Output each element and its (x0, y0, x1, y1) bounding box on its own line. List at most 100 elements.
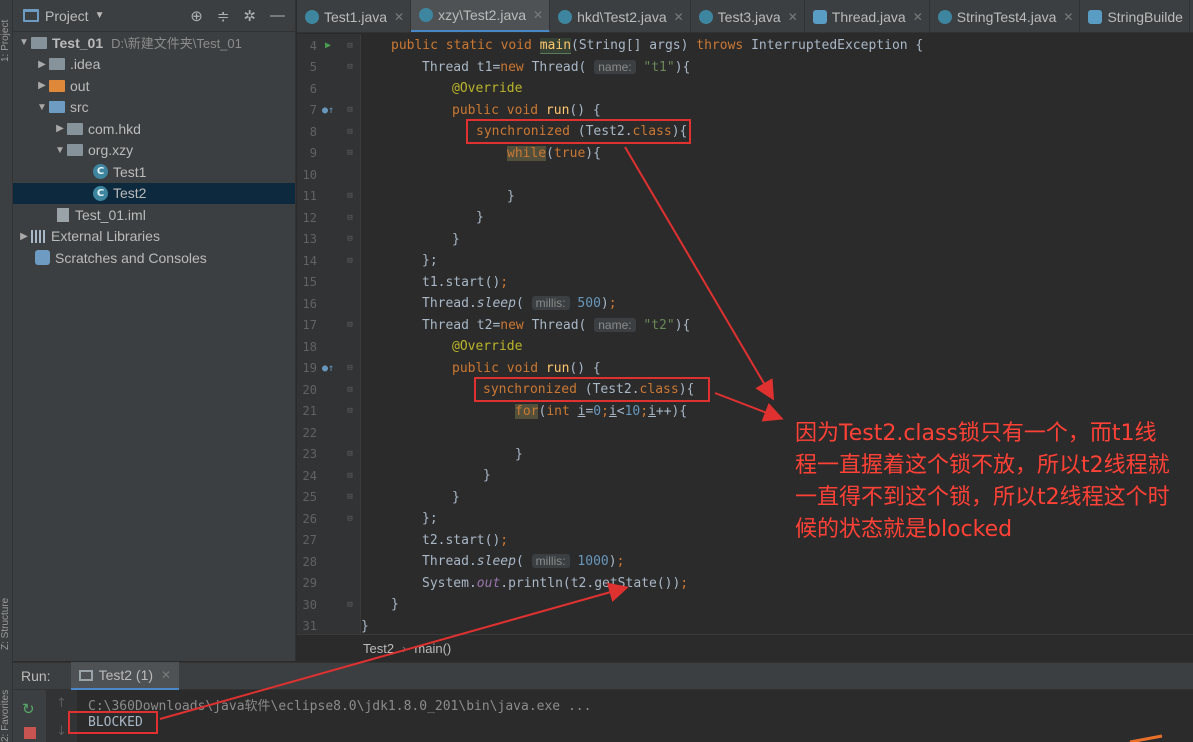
expand-arrow-icon[interactable]: ▶ (17, 231, 31, 242)
stop-icon[interactable] (24, 727, 36, 739)
tree-item-com-hkd[interactable]: ▶ com.hkd (13, 118, 295, 140)
close-icon[interactable]: ✕ (1063, 10, 1073, 24)
param-hint: name: (594, 317, 636, 332)
close-icon[interactable]: ✕ (788, 10, 798, 24)
code-line: 8 ⊟ synchronized (Test2.class){ (297, 121, 1193, 143)
run-console[interactable]: ↻ ↑ ↓ C:\360Downloads\java软件\eclipse8.0\… (13, 690, 1193, 742)
fold-icon[interactable]: ⊟ (339, 363, 361, 373)
close-icon[interactable]: ✕ (394, 10, 404, 24)
override-icon[interactable]: ●↑ (317, 105, 339, 116)
expand-arrow-icon[interactable]: ▶ (53, 123, 67, 134)
tab-xzy-test2-java[interactable]: xzy\Test2.java ✕ (411, 0, 551, 32)
breadcrumb-method[interactable]: main() (414, 641, 451, 656)
tab-stringbuilder[interactable]: StringBuilde (1080, 0, 1190, 32)
rerun-icon[interactable]: ↻ (22, 700, 35, 718)
line-number: 25 (302, 490, 317, 505)
code-line: 11 ⊟ } (297, 186, 1193, 208)
close-icon[interactable]: ✕ (674, 10, 684, 24)
fold-icon[interactable]: ⊟ (339, 320, 361, 330)
fold-icon[interactable]: ⊟ (339, 256, 361, 266)
fold-icon[interactable]: ⊟ (339, 449, 361, 459)
fold-icon[interactable]: ⊟ (339, 471, 361, 481)
fold-icon[interactable]: ⊟ (339, 492, 361, 502)
close-icon[interactable]: ✕ (913, 10, 923, 24)
run-tab-test2[interactable]: Test2 (1) ✕ (70, 662, 180, 690)
tree-item-test1[interactable]: C Test1 (13, 161, 295, 183)
override-icon[interactable]: ●↑ (317, 363, 339, 374)
class-icon (305, 9, 319, 24)
tree-item-path: D:\新建文件夹\Test_01 (111, 36, 242, 52)
close-icon[interactable]: ✕ (533, 8, 543, 22)
tab-label: Thread.java (831, 8, 906, 25)
expand-arrow-icon[interactable]: ▼ (35, 102, 49, 113)
project-tree: ▼ Test_01 D:\新建文件夹\Test_01 ▶ .idea ▶ out… (13, 32, 295, 269)
locate-icon[interactable]: ⊕ (190, 7, 203, 25)
line-number: 21 (302, 404, 317, 419)
hide-panel-icon[interactable]: — (270, 7, 285, 25)
fold-icon[interactable]: ⊟ (339, 385, 361, 395)
class-icon: C (93, 164, 108, 180)
tree-item-test01[interactable]: ▼ Test_01 D:\新建文件夹\Test_01 (13, 32, 295, 54)
tool-window-strip: 1: Project Z: Structure 2: Favorites (0, 0, 13, 742)
project-view-selector[interactable]: Project (45, 8, 89, 24)
tree-item-label: Test1 (113, 163, 147, 180)
tree-item-out[interactable]: ▶ out (13, 75, 295, 97)
line-number: 23 (302, 447, 317, 462)
line-number: 12 (302, 210, 317, 225)
expand-arrow-icon[interactable]: ▼ (53, 145, 67, 156)
fold-icon[interactable]: ⊟ (339, 213, 361, 223)
fold-icon[interactable]: ⊟ (339, 41, 361, 51)
expand-arrow-icon[interactable]: ▶ (35, 59, 49, 70)
collapse-all-icon[interactable]: ≑ (217, 7, 230, 25)
tree-item-src[interactable]: ▼ src (13, 97, 295, 119)
tree-item-iml[interactable]: Test_01.iml (13, 204, 295, 226)
tree-item-external-libraries[interactable]: ▶ External Libraries (13, 226, 295, 248)
fold-icon[interactable]: ⊟ (339, 191, 361, 201)
tree-item-test2[interactable]: C Test2 (13, 182, 295, 204)
chevron-down-icon[interactable]: ▼ (95, 10, 105, 21)
tab-stringtest4-java[interactable]: StringTest4.java ✕ (930, 0, 1081, 32)
fold-icon[interactable]: ⊟ (339, 127, 361, 137)
fold-icon[interactable]: ⊟ (339, 406, 361, 416)
structure-tool-button[interactable]: Z: Structure (0, 580, 13, 650)
code-line: 12 ⊟ } (297, 207, 1193, 229)
code-line: 15 t1.start(); (297, 272, 1193, 294)
fold-icon[interactable]: ⊟ (339, 62, 361, 72)
project-tool-button[interactable]: 1: Project (0, 2, 13, 62)
tree-item-label: com.hkd (88, 120, 141, 137)
breadcrumb-class[interactable]: Test2 (363, 641, 394, 656)
line-number: 8 (309, 124, 317, 139)
tree-item-scratches[interactable]: Scratches and Consoles (13, 247, 295, 269)
tab-test3-java[interactable]: Test3.java ✕ (691, 0, 805, 32)
run-toolbar: ↻ (13, 690, 47, 742)
favorites-tool-button[interactable]: 2: Favorites (0, 680, 13, 742)
run-icon[interactable]: ▶ (317, 40, 339, 51)
class-icon (558, 9, 573, 24)
fold-icon[interactable]: ⊟ (339, 148, 361, 158)
tree-item-org-xzy[interactable]: ▼ org.xzy (13, 140, 295, 162)
tab-hkd-test2-java[interactable]: hkd\Test2.java ✕ (550, 0, 691, 32)
code-line: 7 ●↑ ⊟ public void run() { (297, 100, 1193, 122)
tab-thread-java[interactable]: Thread.java ✕ (805, 0, 930, 32)
close-icon[interactable]: ✕ (161, 668, 171, 682)
tree-item-idea[interactable]: ▶ .idea (13, 54, 295, 76)
fold-icon[interactable]: ⊟ (339, 600, 361, 610)
gear-icon[interactable]: ✲ (243, 7, 256, 25)
library-class-icon (812, 9, 827, 24)
line-number: 10 (302, 167, 317, 182)
iml-file-icon (57, 207, 69, 222)
arrow-down-icon[interactable]: ↓ (56, 724, 67, 739)
package-icon (67, 122, 83, 135)
code-line: 6 @Override (297, 78, 1193, 100)
fold-icon[interactable]: ⊟ (339, 105, 361, 115)
expand-arrow-icon[interactable]: ▶ (35, 80, 49, 91)
fold-icon[interactable]: ⊟ (339, 234, 361, 244)
line-number: 31 (302, 619, 317, 634)
fold-icon[interactable]: ⊟ (339, 514, 361, 524)
line-number: 29 (302, 576, 317, 591)
expand-arrow-icon[interactable]: ▼ (17, 37, 31, 48)
code-line: 29 System.out.println(t2.getState()); (297, 573, 1193, 595)
source-folder-icon (49, 101, 65, 114)
tab-test1-java[interactable]: Test1.java ✕ (297, 0, 412, 32)
arrow-up-icon[interactable]: ↑ (56, 696, 67, 711)
